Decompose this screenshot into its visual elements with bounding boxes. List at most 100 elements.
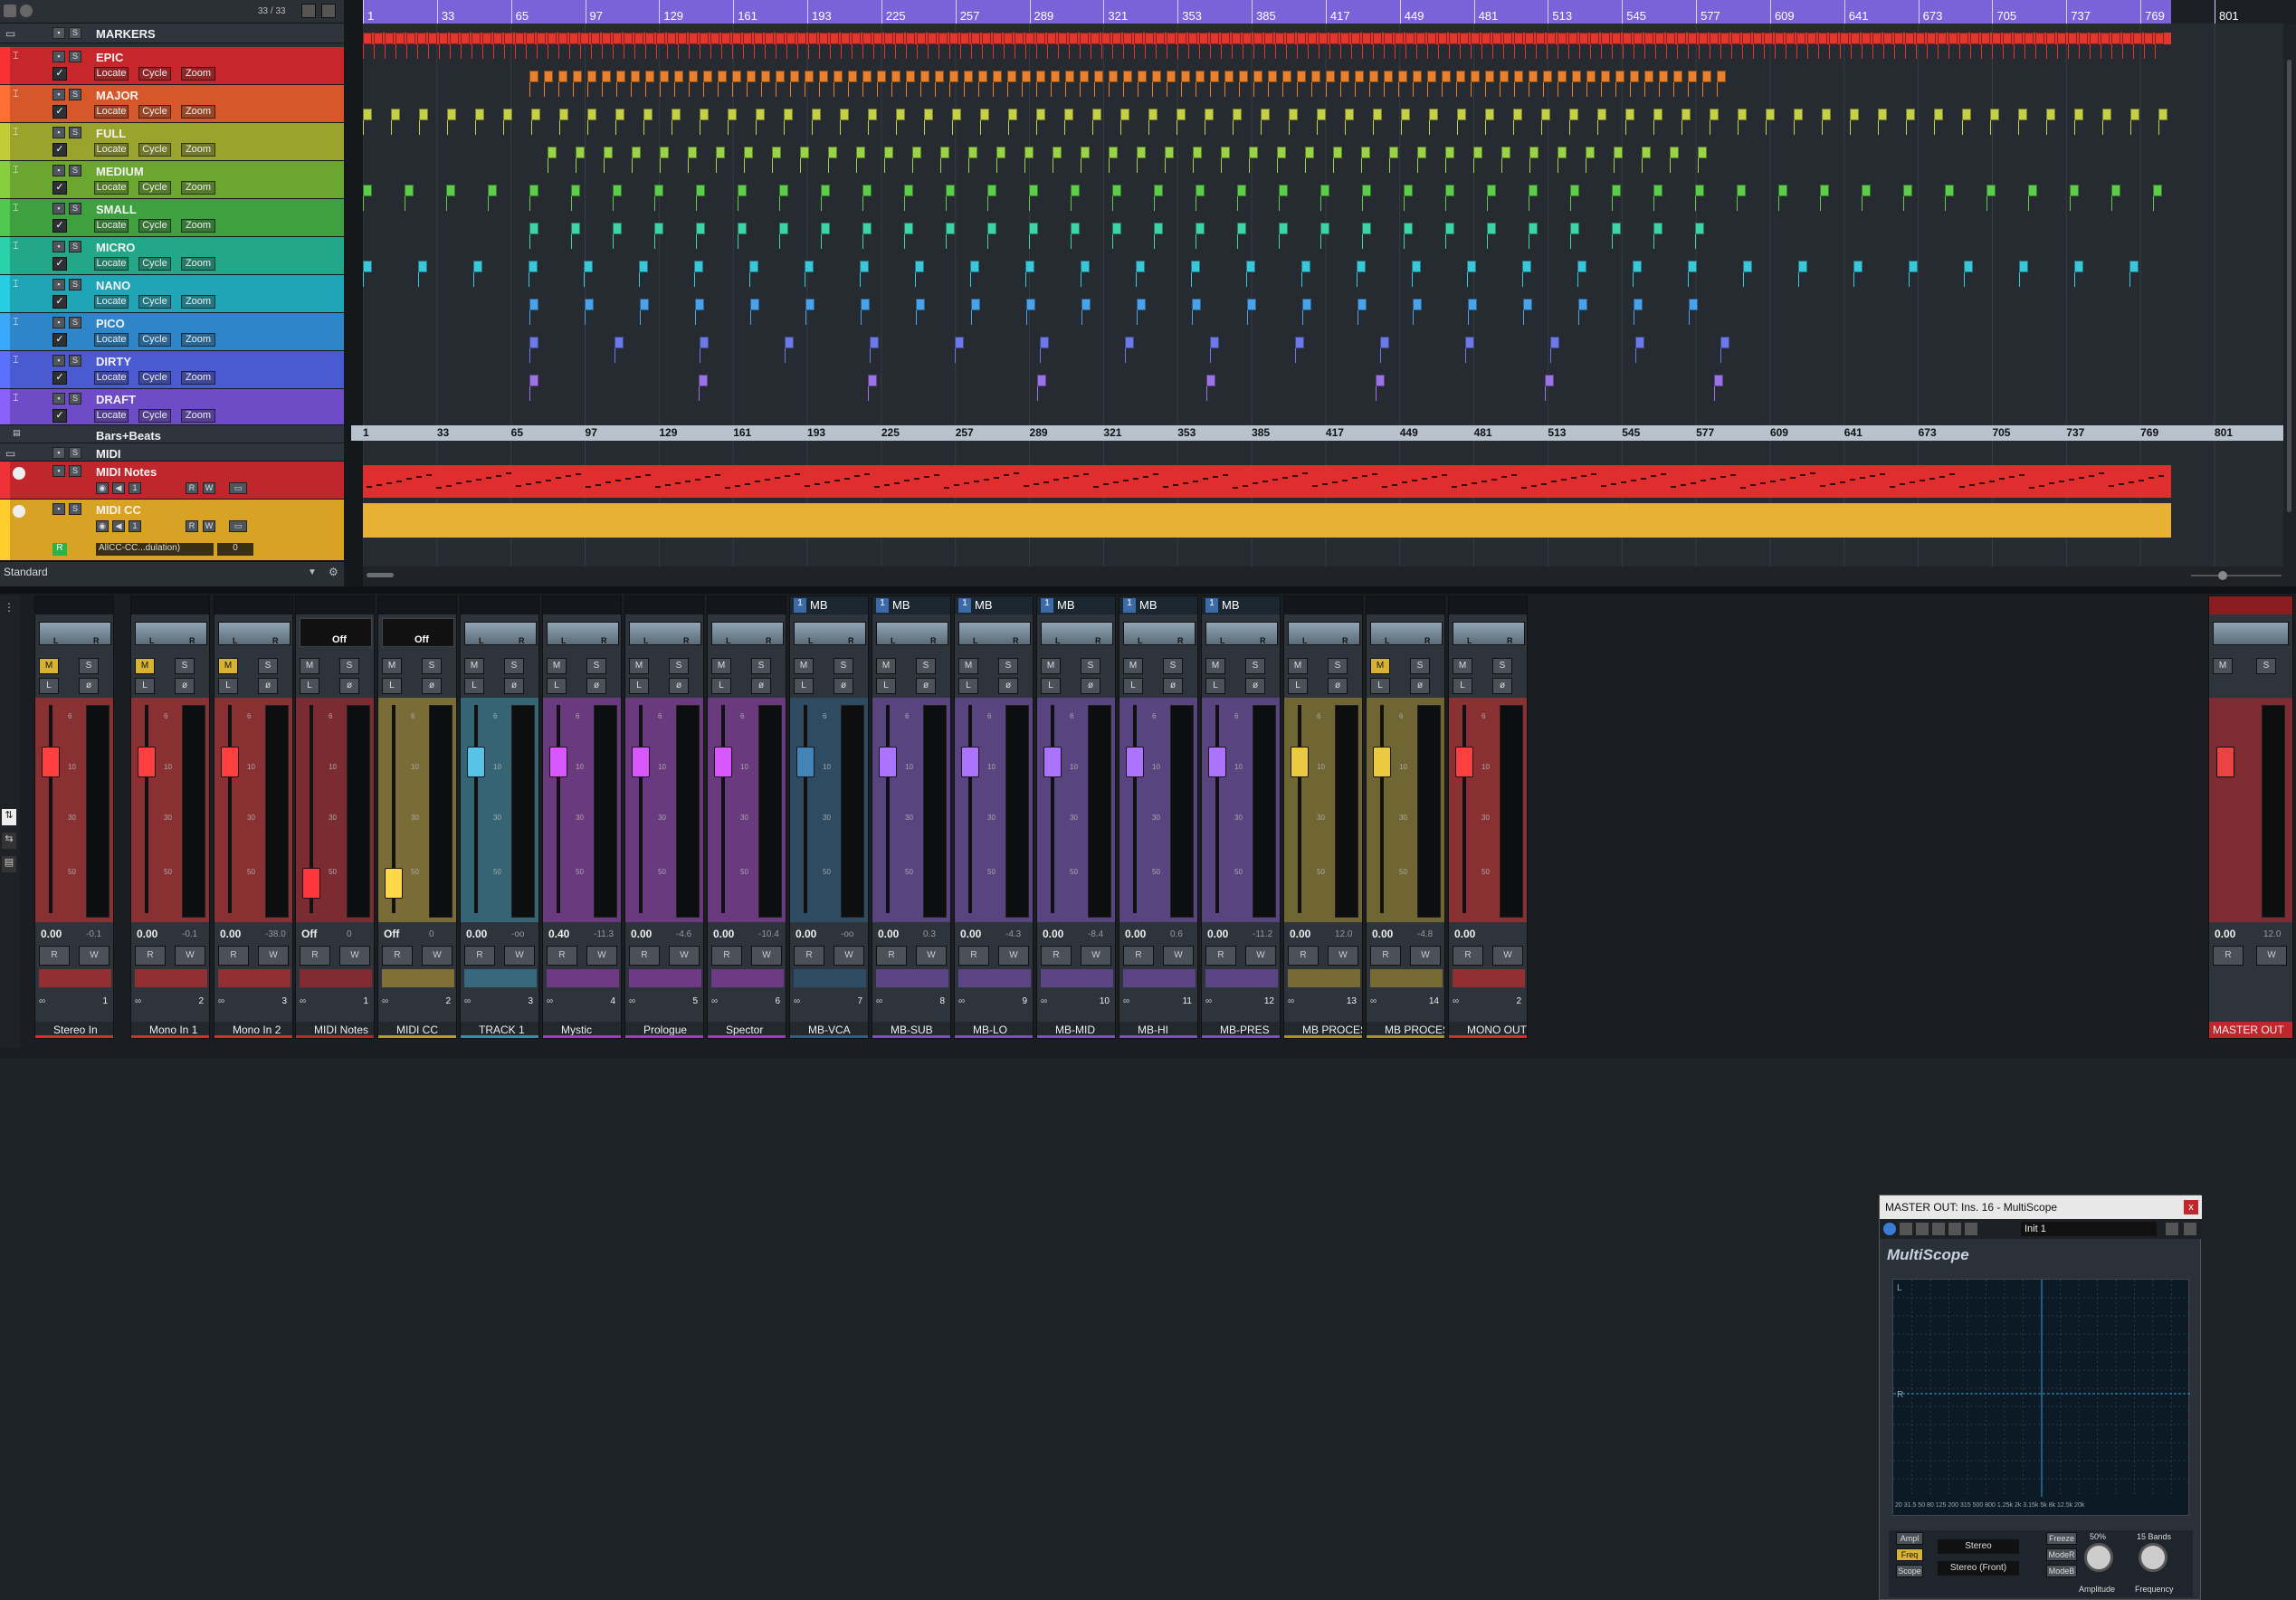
speaker-button[interactable]: ◀ [112,520,125,532]
marker-event[interactable] [2090,33,2099,44]
marker-event[interactable] [1237,223,1246,234]
marker-event[interactable] [840,109,849,120]
marker-event[interactable] [660,147,669,158]
marker-event[interactable] [1196,71,1205,82]
channel-name[interactable]: Stereo In [35,1022,113,1038]
marker-event[interactable] [531,109,540,120]
marker-event[interactable] [1101,33,1110,44]
channel-name[interactable]: Spector [708,1022,786,1038]
marker-event[interactable] [604,147,613,158]
timeline-ruler[interactable]: 1 33 65 97 129 161 193 225 257 289 321 353 385 417 449… [363,0,2296,24]
track-markers[interactable]: MARKERS ▭ ▪ S [0,24,344,43]
marker-event[interactable] [1065,71,1074,82]
marker-event[interactable] [1384,71,1393,82]
link-icon[interactable]: ∞ [1370,996,1377,1006]
volume-fader[interactable] [1208,747,1226,777]
write-automation-button[interactable]: W [1081,946,1111,966]
marker-event[interactable] [1590,33,1599,44]
marker-event[interactable] [1199,33,1208,44]
channel-button[interactable]: 1 [129,520,141,532]
mute-button[interactable]: M [1453,658,1472,674]
link-icon[interactable]: ∞ [711,996,718,1006]
marker-event[interactable] [1731,33,1740,44]
monitor-button[interactable]: ◉ [96,520,109,532]
mute-button[interactable]: ▪ [52,127,65,138]
marker-event[interactable] [1878,109,1887,120]
marker-event[interactable] [716,147,725,158]
channel-name[interactable]: TRACK 1 [461,1022,538,1038]
marker-event[interactable] [971,299,980,310]
marker-event[interactable] [584,261,593,272]
marker-event[interactable] [790,71,799,82]
marker-event[interactable] [576,147,585,158]
marker-event[interactable] [1677,33,1686,44]
marker-event[interactable] [1714,375,1723,386]
marker-event[interactable] [1623,33,1632,44]
marker-event[interactable] [1395,33,1404,44]
marker-event[interactable] [1123,71,1132,82]
marker-event[interactable] [2102,109,2111,120]
marker-event[interactable] [1279,223,1288,234]
solo-button[interactable]: S [69,393,81,405]
scroll-thumb[interactable] [367,573,394,577]
marker-event[interactable] [1040,337,1049,348]
solo-button[interactable]: S [69,89,81,100]
track-small[interactable]: SMALL ⌶ ▪ S ✓ Locate Cycle Zoom [0,199,344,237]
volume-fader[interactable] [302,868,320,899]
marker-event[interactable] [808,33,817,44]
marker-event[interactable] [819,33,828,44]
marker-event[interactable] [1036,33,1045,44]
marker-lane[interactable] [363,100,2283,138]
list-icon[interactable] [301,4,316,18]
marker-event[interactable] [1295,337,1304,348]
marker-event[interactable] [1522,261,1531,272]
mute-button[interactable]: ▪ [52,503,65,515]
marker-event[interactable] [1373,33,1382,44]
routing-icon[interactable]: ⇆ [2,833,16,849]
marker-event[interactable] [870,337,879,348]
marker-event[interactable] [529,71,538,82]
marker-event[interactable] [1742,33,1751,44]
fader-track[interactable] [557,705,560,913]
marker-event[interactable] [1634,33,1643,44]
marker-event[interactable] [1091,33,1100,44]
marker-event[interactable] [1246,261,1255,272]
marker-event[interactable] [488,185,497,196]
marker-event[interactable] [548,33,557,44]
gear-icon[interactable]: ⚙ [329,566,338,578]
marker-event[interactable] [1634,299,1643,310]
marker-event[interactable] [631,71,640,82]
marker-event[interactable] [529,223,538,234]
channel-name[interactable]: Prologue [625,1022,703,1038]
marker-event[interactable] [571,223,580,234]
marker-event[interactable] [472,33,481,44]
read-automation-button[interactable]: R [1205,946,1236,966]
volume-fader[interactable] [1291,747,1309,777]
volume-fader[interactable] [467,747,485,777]
volume-fader[interactable] [796,747,815,777]
marker-event[interactable] [587,71,596,82]
marker-event[interactable] [873,33,882,44]
marker-event[interactable] [938,33,948,44]
marker-event[interactable] [1738,109,1747,120]
cycle-button[interactable]: Cycle [138,371,171,385]
marker-event[interactable] [544,71,553,82]
volume-value[interactable]: 0.00 [466,928,487,940]
solo-button[interactable]: S [586,658,606,674]
marker-event[interactable] [749,261,758,272]
solo-button[interactable]: S [69,203,81,214]
horizontal-scrollbar[interactable] [363,567,2296,586]
marker-event[interactable] [784,109,793,120]
checkbox[interactable]: ✓ [52,181,67,195]
marker-event[interactable] [558,71,567,82]
scope-button[interactable]: Scope [1896,1565,1923,1577]
marker-event[interactable] [1340,71,1349,82]
zoom-button[interactable]: Zoom [181,67,215,81]
marker-event[interactable] [906,71,915,82]
monitor-row[interactable] [1453,969,1525,987]
marker-event[interactable] [1485,109,1494,120]
write-button[interactable]: W [203,482,215,494]
solo-button[interactable]: S [69,279,81,290]
marker-event[interactable] [602,33,611,44]
marker-event[interactable] [935,71,944,82]
